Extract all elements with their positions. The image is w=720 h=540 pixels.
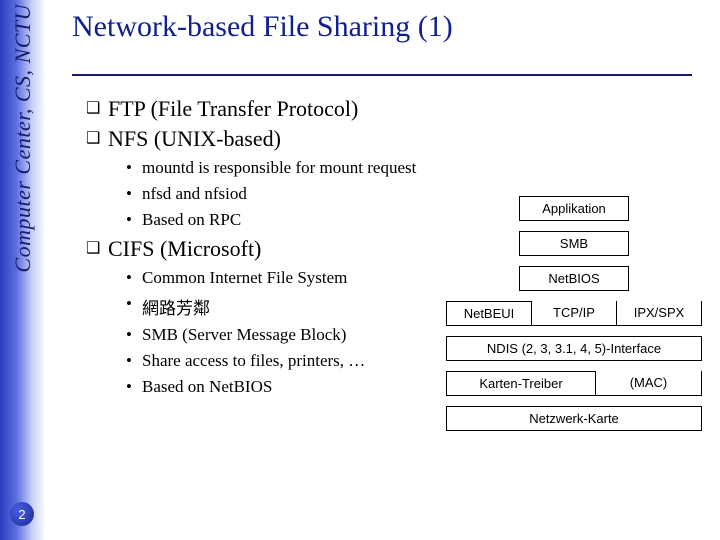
slide: Computer Center, CS, NCTU 2 Network-base… xyxy=(0,0,720,540)
bullet-nfs: NFS (UNIX-based) xyxy=(86,126,692,152)
title-underline xyxy=(72,74,692,76)
layer-mac-row: Karten-Treiber (MAC) xyxy=(446,371,702,396)
layer-ipxspx: IPX/SPX xyxy=(617,301,702,326)
layer-tcpip: TCP/IP xyxy=(532,301,617,326)
layer-mac: (MAC) xyxy=(596,371,702,396)
layer-ndis: NDIS (2, 3, 3.1, 4, 5)-Interface xyxy=(446,336,702,361)
org-vertical-label: Computer Center, CS, NCTU xyxy=(10,4,36,273)
protocol-stack-diagram: Applikation SMB NetBIOS NetBEUI TCP/IP I… xyxy=(446,196,702,431)
bullet-ftp: FTP (File Transfer Protocol) xyxy=(86,96,692,122)
layer-smb: SMB xyxy=(519,231,629,256)
slide-title: Network-based File Sharing (1) xyxy=(72,10,453,44)
layer-netbios: NetBIOS xyxy=(519,266,629,291)
layer-network-card: Netzwerk-Karte xyxy=(446,406,702,431)
layer-application: Applikation xyxy=(519,196,629,221)
sub-nfs-mountd: mountd is responsible for mount request xyxy=(126,158,692,178)
layer-card-driver: Karten-Treiber xyxy=(446,371,596,396)
layer-transport-row: NetBEUI TCP/IP IPX/SPX xyxy=(446,301,702,326)
page-number-badge: 2 xyxy=(10,502,34,526)
layer-netbeui: NetBEUI xyxy=(446,301,532,326)
